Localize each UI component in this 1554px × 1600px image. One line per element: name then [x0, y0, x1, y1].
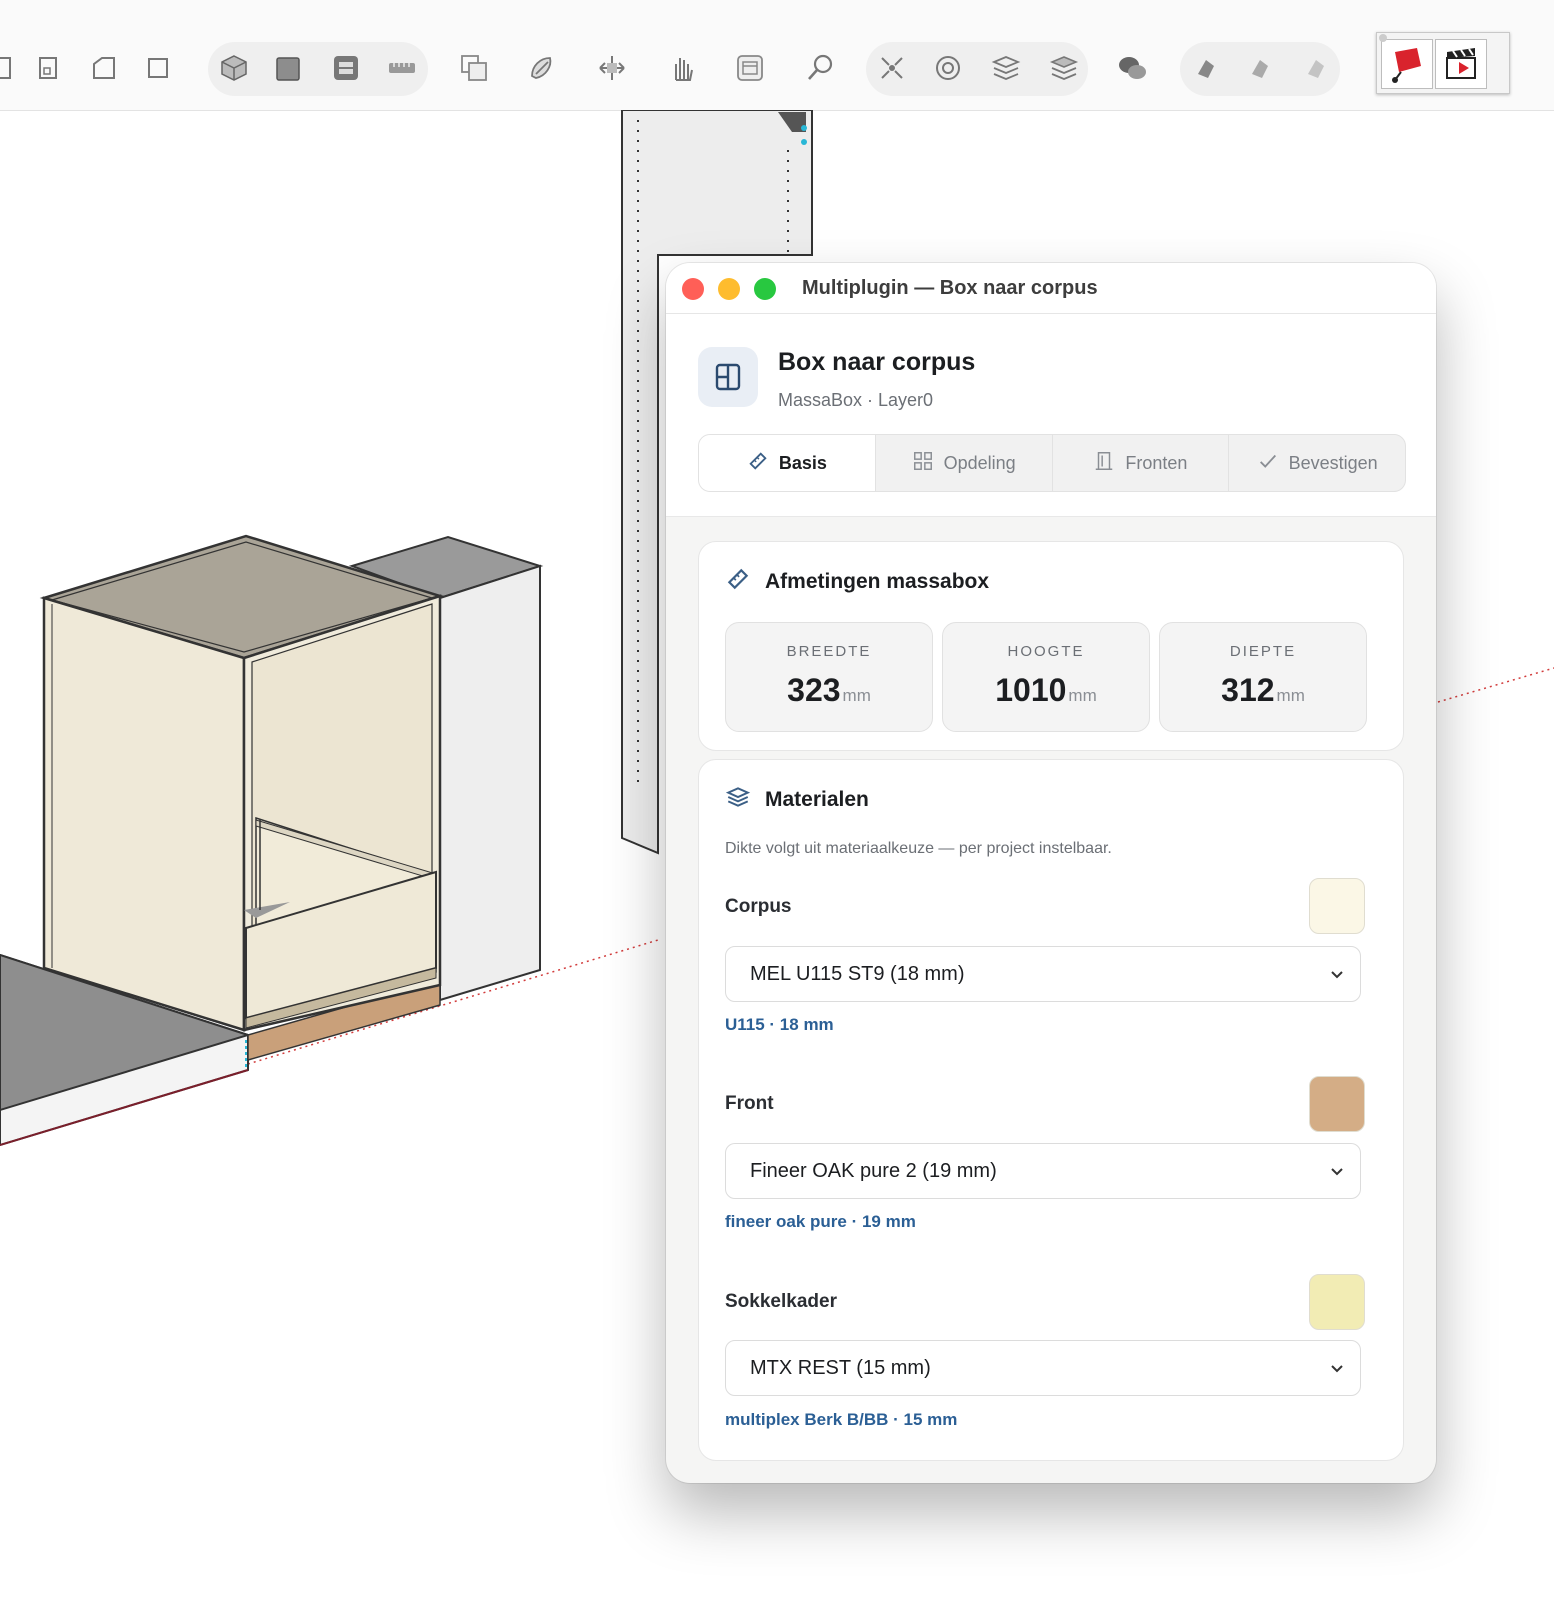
tape-icon[interactable] — [380, 46, 424, 90]
box-3d-icon[interactable] — [212, 46, 256, 90]
plinth-label: Sokkelkader — [725, 1291, 837, 1312]
move-icon[interactable] — [590, 46, 634, 90]
chevron-down-icon — [1331, 1365, 1343, 1373]
plugin-window: Multiplugin — Box naar corpus Box naar c… — [666, 263, 1436, 1483]
materials-hint: Dikte volgt uit materiaalkeuze — per pro… — [725, 840, 1112, 857]
minimize-button[interactable] — [718, 278, 740, 300]
plinth-select[interactable]: MTX REST (15 mm) — [725, 1340, 1361, 1396]
select-value: MTX REST (15 mm) — [750, 1356, 931, 1379]
ruler-icon — [725, 566, 751, 598]
paint-eraser-icon[interactable] — [1381, 39, 1433, 89]
target-icon[interactable] — [926, 46, 970, 90]
tab-label: Fronten — [1125, 452, 1188, 473]
front-note: fineer oak pure · 19 mm — [725, 1212, 916, 1231]
fill-2-icon[interactable] — [1238, 46, 1282, 90]
page-icon[interactable] — [0, 46, 24, 90]
dim-value-row: 1010 mm — [943, 672, 1149, 709]
corpus-swatch[interactable] — [1309, 878, 1365, 934]
front-swatch[interactable] — [1309, 1076, 1365, 1132]
dim-value: 323 — [787, 672, 841, 708]
shape-icon[interactable] — [82, 46, 126, 90]
door-icon — [1093, 450, 1115, 477]
page-subtitle: MassaBox · Layer0 — [778, 390, 934, 410]
cabinet-icon — [698, 347, 758, 407]
corpus-select[interactable]: MEL U115 ST9 (18 mm) — [725, 946, 1361, 1002]
chat-icon[interactable] — [1110, 46, 1154, 90]
window-titlebar[interactable]: Multiplugin — Box naar corpus — [666, 263, 1436, 314]
hand-icon[interactable] — [660, 46, 704, 90]
width-field[interactable]: BREEDTE 323 mm — [725, 622, 933, 732]
dimensions-title: Afmetingen massabox — [765, 570, 990, 593]
copy-icon[interactable] — [452, 46, 496, 90]
front-select[interactable]: Fineer OAK pure 2 (19 mm) — [725, 1143, 1361, 1199]
depth-field[interactable]: DIEPTE 312 mm — [1159, 622, 1367, 732]
front-label: Front — [725, 1093, 774, 1114]
dim-value: 1010 — [995, 672, 1067, 708]
tab-fronten[interactable]: Fronten — [1051, 435, 1229, 491]
materials-title: Materialen — [765, 788, 869, 811]
height-field[interactable]: HOOGTE 1010 mm — [942, 622, 1150, 732]
fill-1-icon[interactable] — [1184, 46, 1228, 90]
materials-heading: Materialen — [725, 784, 869, 816]
square-icon[interactable] — [136, 46, 180, 90]
tab-label: Opdeling — [943, 452, 1016, 473]
zoom-button[interactable] — [754, 278, 776, 300]
dim-label: DIEPTE — [1229, 643, 1297, 660]
layers-icon[interactable] — [1042, 46, 1086, 90]
plugin-header: Box naar corpus MassaBox · Layer0 Basis … — [666, 314, 1436, 517]
materials-card: Materialen Dikte volgt uit materiaalkeuz… — [698, 759, 1404, 1461]
explode-icon[interactable] — [870, 46, 914, 90]
dim-value-row: 312 mm — [1160, 672, 1366, 709]
search-icon[interactable] — [798, 46, 842, 90]
tab-bevestigen[interactable]: Bevestigen — [1228, 435, 1405, 491]
corpus-note: U115 · 18 mm — [725, 1015, 834, 1034]
dim-unit: mm — [1276, 686, 1305, 705]
tab-opdeling[interactable]: Opdeling — [874, 435, 1052, 491]
close-button[interactable] — [682, 278, 704, 300]
dim-label: BREEDTE — [786, 643, 872, 660]
plinth-note: multiplex Berk B/BB · 15 mm — [725, 1410, 958, 1429]
toolbar — [0, 0, 1554, 111]
ruler-icon — [747, 450, 769, 477]
dim-unit: mm — [1068, 686, 1097, 705]
dimensions-card: Afmetingen massabox BREEDTE 323 mm HOOGTE… — [698, 541, 1404, 751]
tab-bar: Basis Opdeling Fronten Bevestigen — [698, 434, 1406, 492]
check-icon — [1257, 450, 1279, 477]
corpus-label: Corpus — [725, 896, 792, 917]
extension-drag-handle[interactable] — [1379, 34, 1387, 42]
dim-value-row: 323 mm — [726, 672, 932, 709]
solid-cube-icon[interactable] — [266, 46, 310, 90]
layers-cross-icon[interactable] — [984, 46, 1028, 90]
plinth-swatch[interactable] — [1309, 1274, 1365, 1330]
select-value: MEL U115 ST9 (18 mm) — [750, 962, 965, 985]
chevron-down-icon — [1331, 1168, 1343, 1176]
frame-icon[interactable] — [728, 46, 772, 90]
page-title: Box naar corpus — [778, 348, 976, 376]
select-value: Fineer OAK pure 2 (19 mm) — [750, 1159, 997, 1182]
section-icon[interactable] — [324, 46, 368, 90]
chevron-down-icon — [1331, 971, 1343, 979]
tab-basis[interactable]: Basis — [699, 435, 875, 491]
extension-toolbar — [1376, 32, 1510, 94]
layers-icon — [725, 784, 751, 816]
tab-label: Bevestigen — [1288, 452, 1378, 473]
clapper-icon[interactable] — [1435, 39, 1487, 89]
tab-label: Basis — [778, 452, 827, 473]
dim-value: 312 — [1221, 672, 1275, 708]
file-icon[interactable] — [26, 46, 70, 90]
dimensions-heading: Afmetingen massabox — [725, 566, 989, 598]
fill-3-icon[interactable] — [1294, 46, 1338, 90]
grid-icon — [912, 450, 934, 477]
dim-label: HOOGTE — [1007, 643, 1085, 660]
window-title: Multiplugin — Box naar corpus — [802, 277, 1098, 299]
paint-icon[interactable] — [520, 46, 564, 90]
dim-unit: mm — [842, 686, 871, 705]
